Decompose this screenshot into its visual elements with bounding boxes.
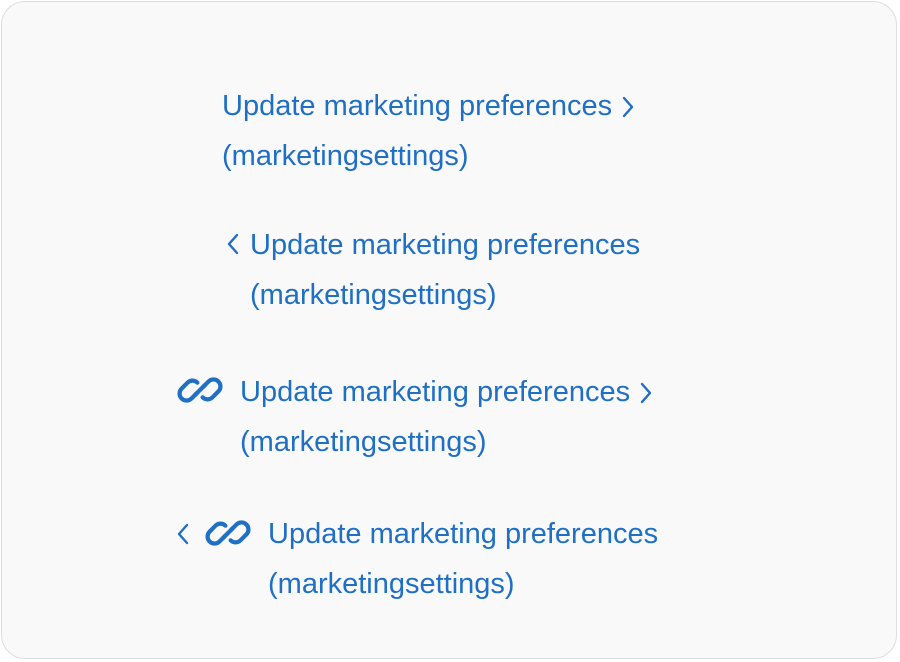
chevron-right-icon [640, 382, 652, 404]
link-title: Update marketing preferences [268, 518, 659, 550]
link-subtitle: (marketingsettings) [268, 568, 515, 600]
marketing-preferences-link-trailing-chevron[interactable]: Update marketing preferences (marketings… [222, 81, 634, 181]
chain-link-icon [176, 366, 224, 414]
link-variants-card: Update marketing preferences (marketings… [1, 1, 897, 659]
marketing-preferences-link-leading-chevron[interactable]: Update marketing preferences (marketings… [250, 220, 640, 320]
link-title-line: Update marketing preferences [240, 367, 652, 417]
chevron-left-icon[interactable] [227, 233, 239, 255]
link-title-line: Update marketing preferences [222, 81, 634, 131]
marketing-preferences-link-icon-trailing-chevron[interactable]: Update marketing preferences (marketings… [240, 367, 652, 467]
link-subtitle: (marketingsettings) [250, 279, 497, 311]
link-title: Update marketing preferences [222, 90, 613, 122]
link-title: Update marketing preferences [240, 376, 631, 408]
chevron-left-icon[interactable] [177, 523, 189, 545]
link-subtitle: (marketingsettings) [240, 426, 487, 458]
link-title: Update marketing preferences [250, 229, 641, 261]
link-subtitle: (marketingsettings) [222, 140, 469, 172]
chain-link-icon [204, 509, 252, 557]
chevron-right-icon [622, 96, 634, 118]
marketing-preferences-link-leading-chevron-icon[interactable]: Update marketing preferences (marketings… [268, 509, 658, 609]
